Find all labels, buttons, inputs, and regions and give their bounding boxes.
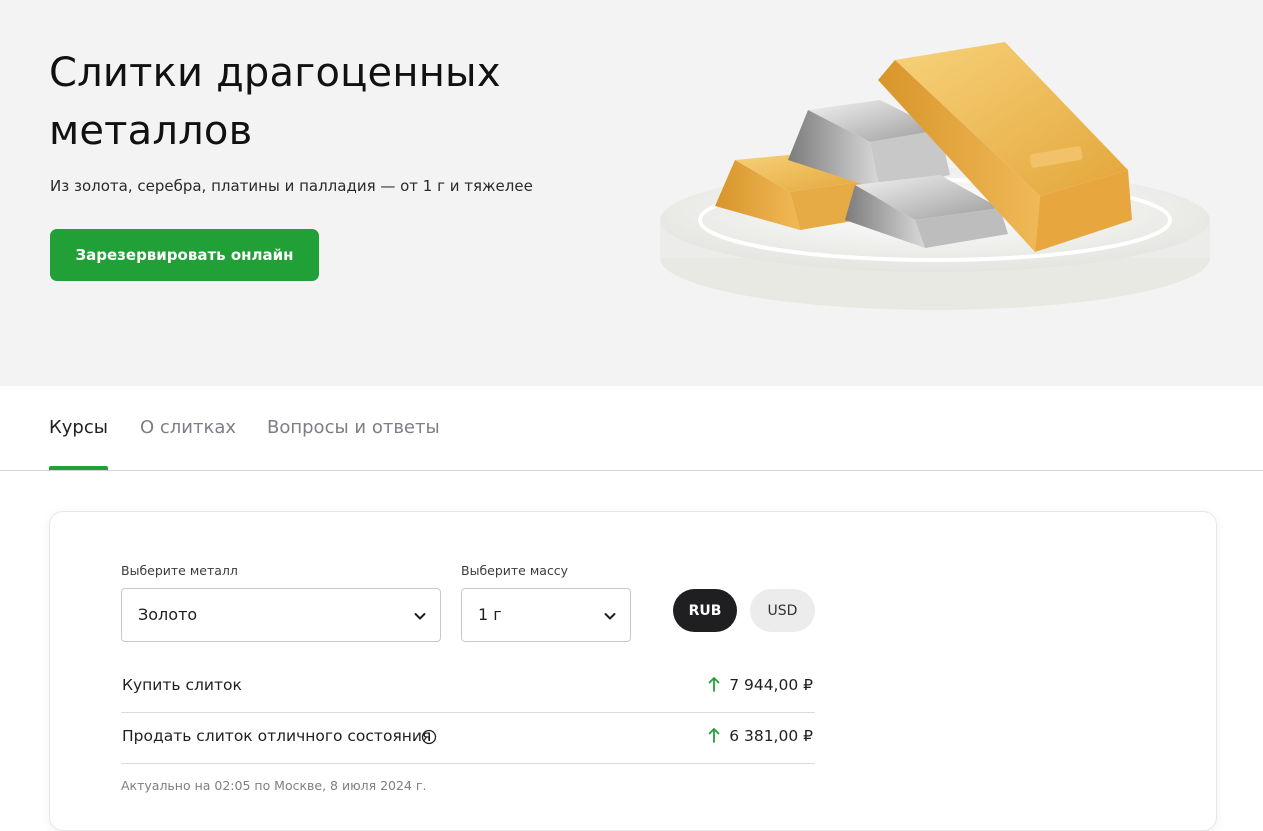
mass-select[interactable]: 1 г	[461, 588, 631, 642]
section-tabs: Курсы О слитках Вопросы и ответы	[0, 386, 1263, 472]
mass-select-label: Выберите массу	[461, 563, 569, 578]
hero-subtitle: Из золота, серебра, платины и палладия —…	[50, 177, 533, 195]
tab-faq[interactable]: Вопросы и ответы	[267, 416, 440, 440]
rates-updated-timestamp: Актуально на 02:05 по Москве, 8 июля 202…	[121, 778, 427, 793]
arrow-up-icon	[708, 728, 720, 743]
chevron-down-icon	[604, 613, 616, 620]
hero-banner: Слитки драгоценных металлов Из золота, с…	[0, 0, 1263, 386]
rate-row-value: 6 381,00 ₽	[729, 727, 813, 745]
tab-about-bars[interactable]: О слитках	[140, 416, 236, 440]
currency-usd-button[interactable]: USD	[750, 589, 815, 632]
page-title: Слитки драгоценных металлов	[49, 50, 501, 154]
reserve-online-button[interactable]: Зарезервировать онлайн	[50, 229, 319, 281]
rate-row-label: Купить слиток	[122, 676, 242, 694]
rate-row-buy: Купить слиток 7 944,00 ₽	[121, 662, 815, 713]
tab-rates[interactable]: Курсы	[49, 416, 108, 440]
row-divider	[121, 763, 815, 764]
mass-select-value: 1 г	[478, 605, 502, 624]
chevron-down-icon	[414, 613, 426, 620]
arrow-up-icon	[708, 677, 720, 692]
rate-row-value: 7 944,00 ₽	[729, 676, 813, 694]
metal-select-label: Выберите металл	[121, 563, 238, 578]
rates-card: Выберите металл Золото Выберите массу 1 …	[49, 511, 1217, 831]
currency-rub-button[interactable]: RUB	[673, 589, 737, 632]
rate-row-sell: Продать слиток отличного состояния 6 381…	[121, 713, 815, 764]
rate-row-label: Продать слиток отличного состояния	[122, 727, 432, 745]
metal-select[interactable]: Золото	[121, 588, 441, 642]
tabs-divider	[0, 470, 1263, 471]
metal-select-value: Золото	[138, 605, 198, 624]
gold-bars-illustration	[660, 42, 1210, 310]
info-icon[interactable]	[421, 729, 437, 745]
